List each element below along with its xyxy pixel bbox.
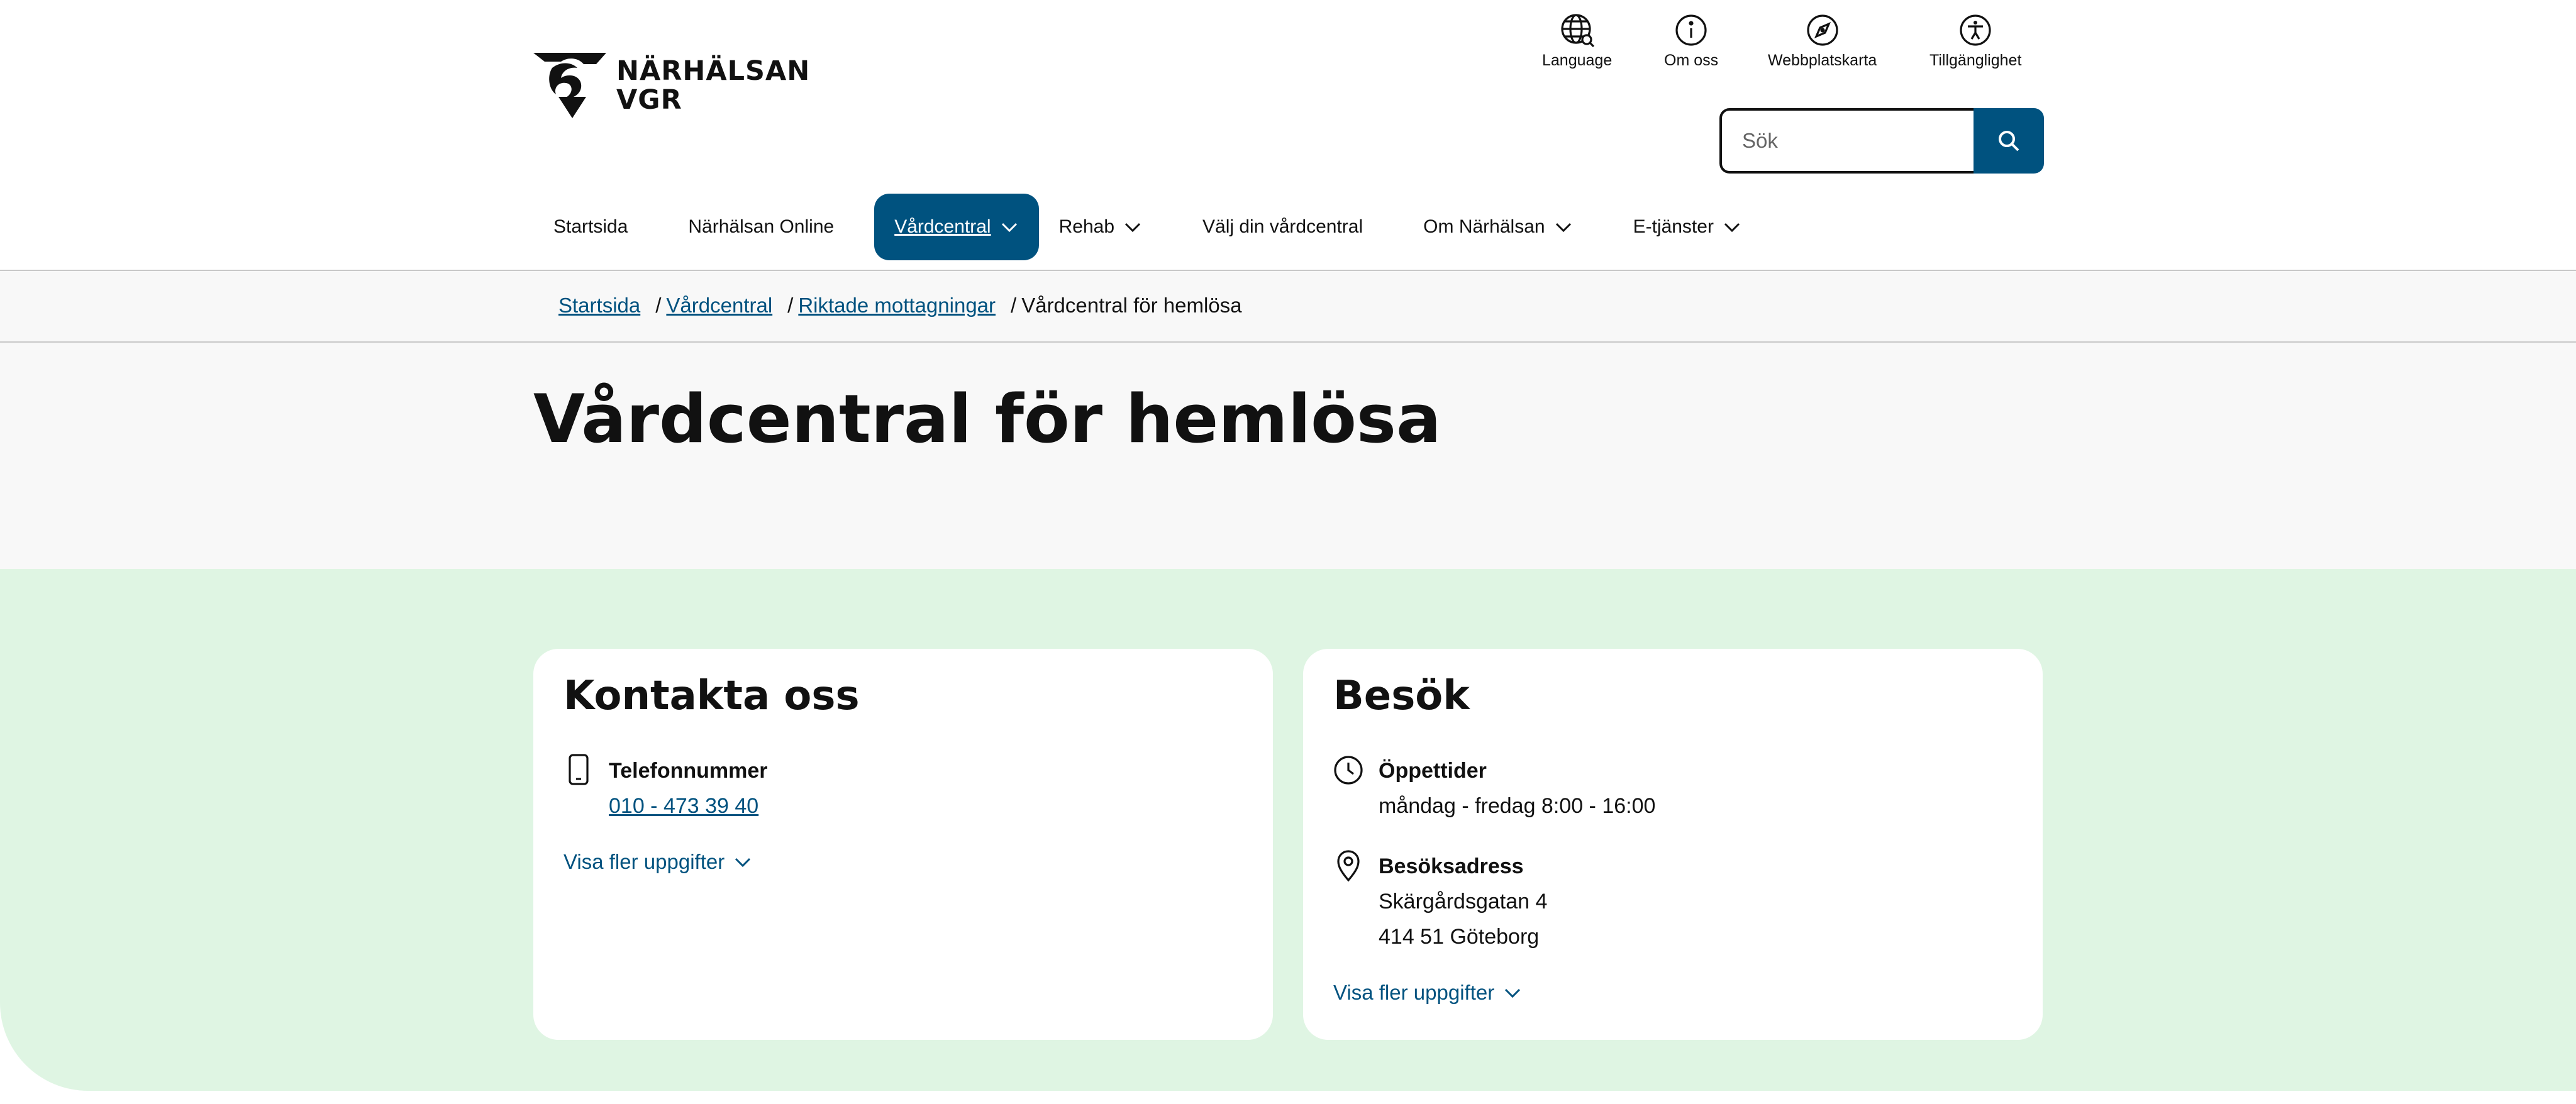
narhalsan-logo-icon (533, 53, 606, 118)
utility-label: Tillgänglighet (1929, 52, 2022, 69)
utility-language[interactable]: Language (1542, 13, 1612, 70)
chevron-down-icon (735, 858, 751, 868)
accessibility-icon (1960, 14, 1991, 46)
site-header: NÄRHÄLSAN VGR Language Om oss Webbplatsk… (0, 0, 2576, 271)
utility-label: Om oss (1664, 52, 1719, 69)
search-form (1719, 108, 2044, 174)
info-icon (1675, 14, 1707, 46)
phone-link[interactable]: 010 - 473 39 40 (609, 794, 758, 818)
search-button[interactable] (1974, 108, 2044, 174)
chevron-down-icon (1124, 223, 1141, 233)
breadcrumb-link-vardcentral[interactable]: Vårdcentral (666, 294, 772, 317)
breadcrumb-separator: / (1011, 294, 1017, 317)
chevron-down-icon (1724, 223, 1740, 233)
clock-icon (1334, 756, 1363, 785)
nav-label: Om Närhälsan (1423, 216, 1545, 237)
chevron-down-icon (1001, 223, 1017, 233)
breadcrumb-current: Vårdcentral för hemlösa (1021, 294, 1242, 317)
nav-label: Startsida (553, 216, 628, 237)
globe-icon (1561, 14, 1594, 48)
address-line-1: Skärgårdsgatan 4 (1379, 890, 1548, 914)
hours-value: måndag - fredag 8:00 - 16:00 (1379, 794, 1656, 818)
search-icon (1999, 131, 2019, 152)
page-title: Vårdcentral för hemlösa (533, 380, 1441, 458)
nav-label: Vårdcentral (894, 216, 991, 237)
nav-valj-vardcentral[interactable]: Välj din vårdcentral (1182, 194, 1383, 260)
nav-label: Välj din vårdcentral (1202, 216, 1363, 237)
visit-card: Besök Öppettider måndag - fredag 8:00 - … (1303, 649, 2043, 1040)
nav-rehab[interactable]: Rehab (1039, 194, 1162, 260)
breadcrumb-list: Startsida / Vårdcentral / Riktade mottagning… (558, 294, 1242, 317)
breadcrumb-separator: / (787, 294, 794, 317)
more-label: Visa fler uppgifter (564, 850, 725, 873)
logo-line-1: NÄRHÄLSAN (616, 55, 811, 87)
nav-label: Rehab (1058, 216, 1115, 237)
utility-om-oss[interactable]: Om oss (1664, 13, 1718, 70)
phone-icon (569, 754, 589, 785)
nav-label: Närhälsan Online (688, 216, 835, 237)
more-label: Visa fler uppgifter (1333, 981, 1495, 1004)
utility-accessibility[interactable]: Tillgänglighet (1929, 13, 2021, 70)
nav-vardcentral[interactable]: Vårdcentral (874, 194, 1039, 260)
address-line-2: 414 51 Göteborg (1379, 925, 1540, 949)
nav-startsida[interactable]: Startsida (533, 194, 648, 260)
chevron-down-icon (1555, 223, 1571, 233)
address-text: Besöksadress Skärgårdsgatan 4 414 51 Göt… (1379, 849, 1547, 954)
phone-label: Telefonnummer (609, 759, 768, 783)
utility-label: Webbplatskarta (1768, 52, 1877, 69)
contact-more-button[interactable]: Visa fler uppgifter (564, 850, 752, 874)
breadcrumb-link-startsida[interactable]: Startsida (558, 294, 640, 317)
breadcrumb: Startsida / Vårdcentral / Riktade mottagning… (0, 271, 2576, 343)
nav-label: E-tjänster (1633, 216, 1714, 237)
contact-card: Kontakta oss Telefonnummer 010 - 473 39 … (533, 649, 1273, 1040)
compass-icon (1807, 14, 1838, 46)
search-input[interactable] (1719, 108, 1974, 174)
utility-label: Language (1542, 52, 1613, 69)
page-hero: Vårdcentral för hemlösa (0, 343, 2576, 569)
location-pin-icon (1337, 850, 1360, 882)
breadcrumb-link-riktade[interactable]: Riktade mottagningar (798, 294, 996, 317)
main-nav: Startsida Närhälsan Online Vårdcentral R… (533, 194, 1762, 260)
nav-e-tjanster[interactable]: E-tjänster (1613, 194, 1762, 260)
info-section (0, 569, 2576, 1091)
visit-title: Besök (1333, 673, 1470, 719)
logo-line-2: VGR (616, 84, 682, 116)
phone-text: Telefonnummer 010 - 473 39 40 (609, 753, 768, 824)
logo[interactable]: NÄRHÄLSAN VGR (533, 53, 810, 118)
breadcrumb-separator: / (655, 294, 662, 317)
utility-sitemap[interactable]: Webbplatskarta (1768, 13, 1877, 70)
nav-narhalsan-online[interactable]: Närhälsan Online (668, 194, 854, 260)
chevron-down-icon (1505, 988, 1521, 998)
visit-more-button[interactable]: Visa fler uppgifter (1333, 981, 1522, 1005)
nav-om-narhalsan[interactable]: Om Närhälsan (1403, 194, 1592, 260)
contact-title: Kontakta oss (564, 673, 860, 719)
hours-label: Öppettider (1379, 759, 1487, 783)
hours-text: Öppettider måndag - fredag 8:00 - 16:00 (1379, 753, 1655, 824)
address-label: Besöksadress (1379, 854, 1524, 878)
logo-text: NÄRHÄLSAN VGR (616, 57, 810, 114)
